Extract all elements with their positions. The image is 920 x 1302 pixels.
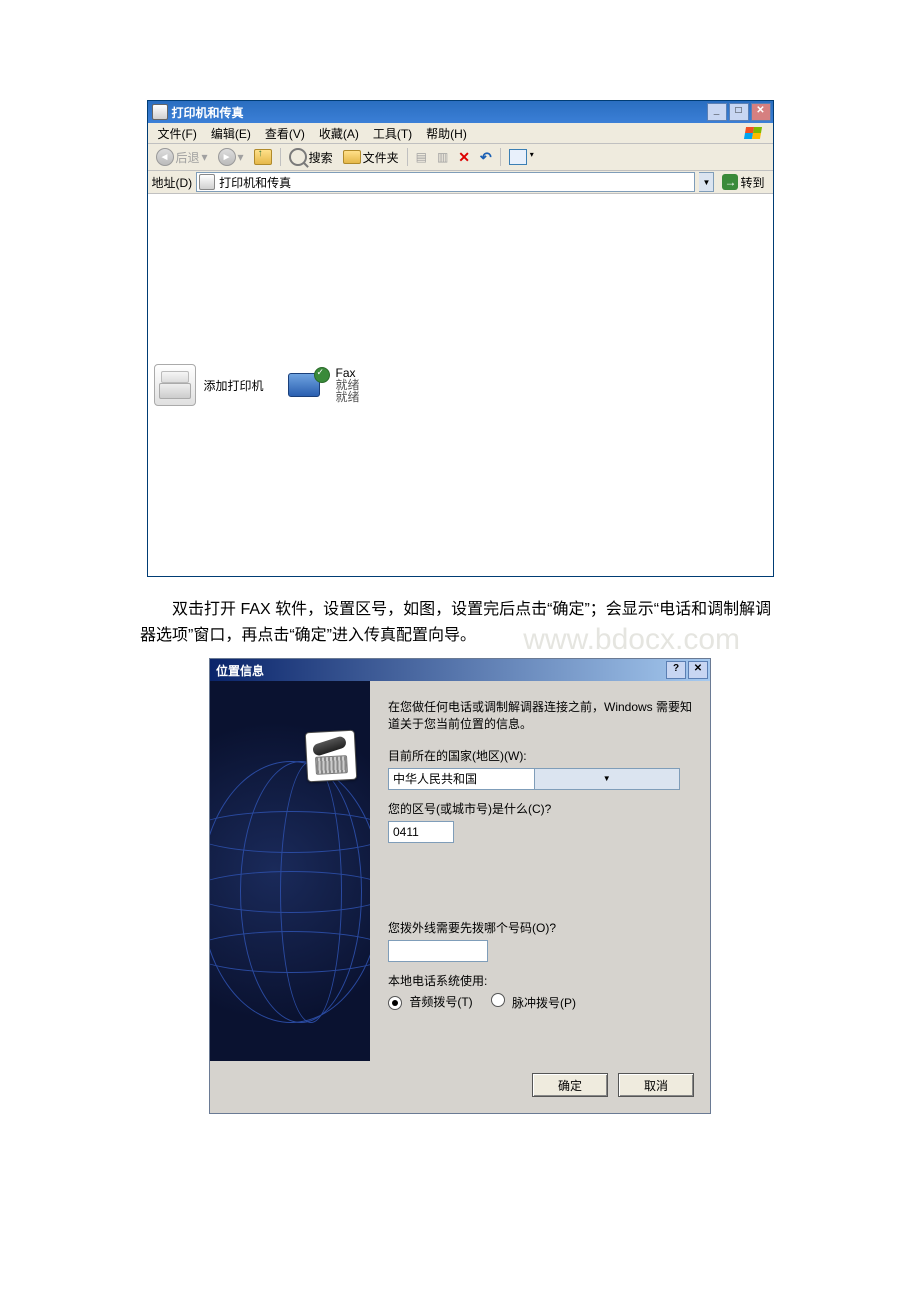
dialog-titlebar[interactable]: 位置信息 ? ✕ bbox=[210, 659, 710, 681]
chevron-down-icon: ▼ bbox=[534, 769, 680, 789]
folder-icon bbox=[343, 150, 361, 164]
back-icon: ◄ bbox=[156, 148, 174, 166]
moveto-icon: ▤ bbox=[416, 150, 427, 164]
folder-up-icon bbox=[254, 149, 272, 165]
copy-to-button[interactable]: ▥ bbox=[433, 148, 452, 166]
printers-faxes-window: 打印机和传真 _ □ ✕ 文件(F) 编辑(E) 查看(V) 收藏(A) 工具(… bbox=[147, 100, 774, 577]
area-code-input[interactable]: 0411 bbox=[388, 821, 454, 843]
go-arrow-icon: → bbox=[722, 174, 738, 190]
forward-icon: ► bbox=[218, 148, 236, 166]
fax-icon bbox=[288, 365, 328, 405]
folders-button[interactable]: 文件夹 bbox=[339, 147, 403, 168]
search-icon bbox=[289, 148, 307, 166]
forward-button[interactable]: ► ▾ bbox=[214, 146, 248, 168]
outside-line-input[interactable] bbox=[388, 940, 488, 962]
undo-icon: ↶ bbox=[480, 149, 492, 166]
menu-view[interactable]: 查看(V) bbox=[259, 124, 311, 143]
menu-fav[interactable]: 收藏(A) bbox=[313, 124, 365, 143]
views-icon bbox=[509, 149, 527, 165]
menubar: 文件(F) 编辑(E) 查看(V) 收藏(A) 工具(T) 帮助(H) bbox=[148, 123, 773, 144]
instruction-paragraph: 双击打开 FAX 软件，设置区号，如图，设置完后点击“确定”；会显示“电话和调制… bbox=[140, 597, 780, 648]
area-code-label: 您的区号(或城市号)是什么(C)? bbox=[388, 800, 692, 817]
cancel-button[interactable]: 取消 bbox=[618, 1073, 694, 1097]
radio-tone[interactable]: 音频拨号(T) bbox=[388, 993, 473, 1010]
delete-icon: ✕ bbox=[458, 149, 470, 166]
titlebar[interactable]: 打印机和传真 _ □ ✕ bbox=[148, 101, 773, 123]
dialog-sidebar bbox=[210, 681, 370, 1061]
watermark: www.bdocx.com bbox=[491, 616, 740, 664]
status-check-icon bbox=[314, 367, 330, 383]
outside-line-label: 您拨外线需要先拨哪个号码(O)? bbox=[388, 919, 692, 936]
up-button[interactable] bbox=[250, 147, 276, 167]
go-button[interactable]: → 转到 bbox=[718, 173, 768, 192]
search-button[interactable]: 搜索 bbox=[285, 146, 337, 168]
menu-edit[interactable]: 编辑(E) bbox=[205, 124, 257, 143]
address-label: 地址(D) bbox=[152, 174, 193, 191]
delete-button[interactable]: ✕ bbox=[454, 147, 474, 168]
country-label: 目前所在的国家(地区)(W): bbox=[388, 747, 692, 764]
printer-window-icon bbox=[152, 104, 168, 120]
add-printer-label: 添加打印机 bbox=[204, 377, 264, 394]
windows-logo-icon bbox=[737, 125, 769, 141]
help-button[interactable]: ? bbox=[666, 661, 686, 679]
location-info-dialog: 位置信息 ? ✕ 在您做任何电话或调制解调器连接之前，Windows 需要知 bbox=[209, 658, 711, 1114]
ok-button[interactable]: 确定 bbox=[532, 1073, 608, 1097]
undo-button[interactable]: ↶ bbox=[476, 147, 496, 168]
printer-icon bbox=[154, 364, 196, 406]
window-content: 添加打印机 Fax 就绪 就绪 bbox=[148, 194, 773, 576]
maximize-button[interactable]: □ bbox=[729, 103, 749, 121]
copyto-icon: ▥ bbox=[437, 150, 448, 164]
menu-tools[interactable]: 工具(T) bbox=[367, 124, 418, 143]
close-button[interactable]: ✕ bbox=[751, 103, 771, 121]
address-value: 打印机和传真 bbox=[219, 174, 291, 191]
radio-pulse[interactable]: 脉冲拨号(P) bbox=[491, 993, 576, 1011]
radio-unchecked-icon bbox=[491, 993, 505, 1007]
add-printer-item[interactable]: 添加打印机 bbox=[154, 200, 264, 570]
country-select[interactable]: 中华人民共和国 ▼ bbox=[388, 768, 680, 790]
phone-system-label: 本地电话系统使用: bbox=[388, 972, 692, 989]
dialog-intro: 在您做任何电话或调制解调器连接之前，Windows 需要知道关于您当前位置的信息… bbox=[388, 699, 692, 733]
menu-help[interactable]: 帮助(H) bbox=[420, 124, 473, 143]
minimize-button[interactable]: _ bbox=[707, 103, 727, 121]
address-input[interactable]: 打印机和传真 bbox=[196, 172, 695, 192]
address-dropdown-button[interactable]: ▼ bbox=[699, 172, 714, 192]
dialog-title: 位置信息 bbox=[216, 662, 666, 679]
window-title: 打印机和传真 bbox=[172, 104, 707, 121]
fax-item[interactable]: Fax 就绪 就绪 bbox=[288, 200, 360, 570]
menu-file[interactable]: 文件(F) bbox=[152, 124, 203, 143]
address-item-icon bbox=[199, 174, 215, 190]
country-value: 中华人民共和国 bbox=[389, 770, 534, 787]
phone-icon bbox=[305, 730, 358, 783]
addressbar: 地址(D) 打印机和传真 ▼ → 转到 bbox=[148, 171, 773, 194]
fax-label-ready: 就绪 bbox=[336, 391, 360, 403]
back-button[interactable]: ◄ 后退 ▾ bbox=[152, 146, 212, 168]
dialog-close-button[interactable]: ✕ bbox=[688, 661, 708, 679]
views-button[interactable] bbox=[505, 147, 543, 167]
area-code-value: 0411 bbox=[393, 825, 419, 839]
toolbar: ◄ 后退 ▾ ► ▾ 搜索 文件夹 ▤ ▥ ✕ ↶ bbox=[148, 144, 773, 171]
radio-checked-icon bbox=[388, 996, 402, 1010]
move-to-button[interactable]: ▤ bbox=[412, 148, 431, 166]
